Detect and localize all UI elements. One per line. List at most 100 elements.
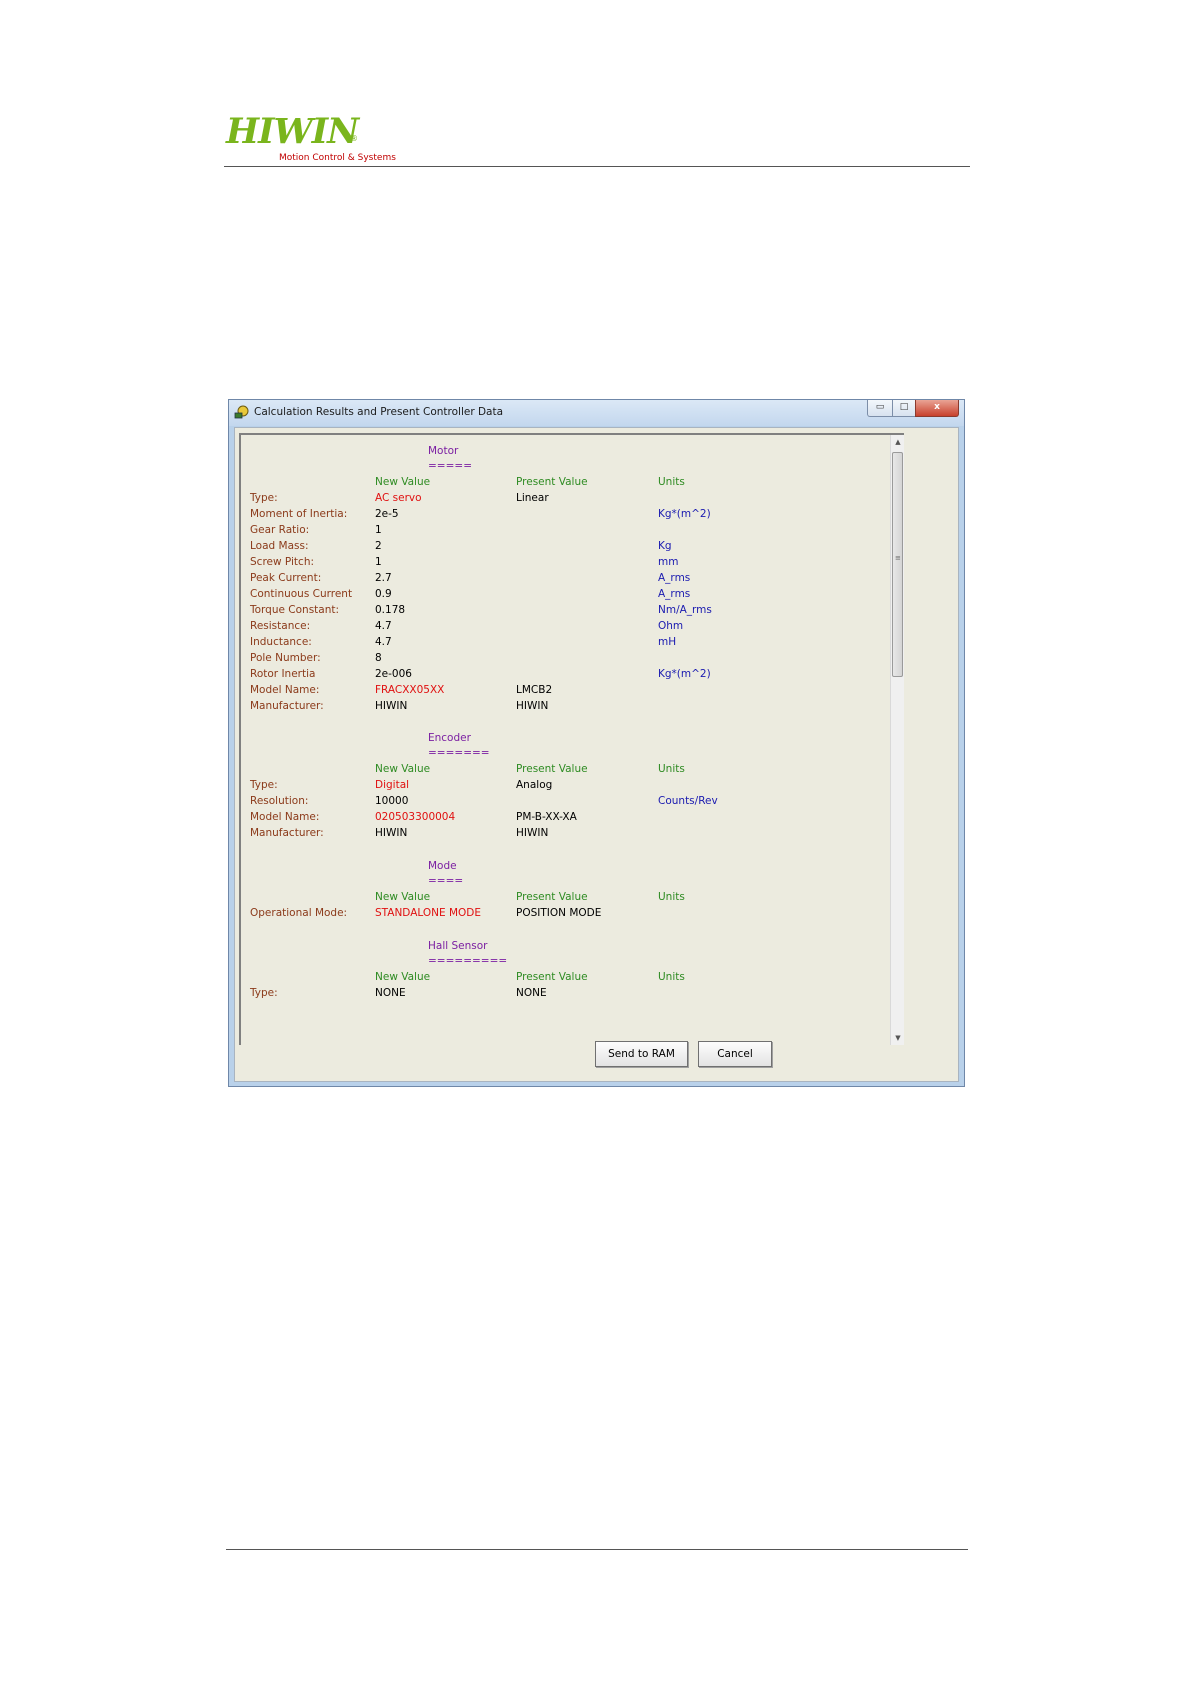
encoder-model-name-label: Model Name: — [250, 811, 320, 823]
motor-torque-constant-new: 0.178 — [375, 604, 406, 616]
motor-col-present-value: Present Value — [516, 476, 588, 488]
dialog-window: Calculation Results and Present Controll… — [228, 399, 965, 1087]
header-divider — [224, 166, 970, 167]
motor-load-mass-label: Load Mass: — [250, 540, 309, 552]
mode-col-present-value: Present Value — [516, 891, 588, 903]
mode-operational-new: STANDALONE MODE — [375, 907, 481, 919]
vertical-scrollbar[interactable]: ▲ ≡ ▼ — [890, 435, 904, 1045]
motor-resistance-new: 4.7 — [375, 620, 392, 632]
motor-inductance-label: Inductance: — [250, 636, 312, 648]
mode-section-underline: ==== — [428, 875, 464, 887]
hall-type-present: NONE — [516, 987, 547, 999]
scroll-up-arrow-icon[interactable]: ▲ — [891, 435, 904, 449]
hall-col-present-value: Present Value — [516, 971, 588, 983]
motor-type-new: AC servo — [375, 492, 422, 504]
hall-col-new-value: New Value — [375, 971, 431, 983]
mode-operational-label: Operational Mode: — [250, 907, 348, 919]
encoder-resolution-new: 10000 — [375, 795, 409, 807]
encoder-manufacturer-new: HIWIN — [375, 827, 408, 839]
motor-model-name-present: LMCB2 — [516, 684, 553, 696]
motor-torque-constant-label: Torque Constant: — [250, 604, 340, 616]
motor-model-name-new: FRACXX05XX — [375, 684, 445, 696]
encoder-col-units: Units — [658, 763, 685, 775]
encoder-resolution-label: Resolution: — [250, 795, 309, 807]
logo-subtitle: Motion Control & Systems — [279, 153, 396, 163]
motor-inertia-new: 2e-5 — [375, 508, 399, 520]
motor-peak-current-label: Peak Current: — [250, 572, 322, 584]
motor-peak-current-new: 2.7 — [375, 572, 392, 584]
hall-section-underline: ========= — [428, 955, 508, 967]
encoder-resolution-unit: Counts/Rev — [658, 795, 718, 807]
title-bar[interactable]: Calculation Results and Present Controll… — [229, 400, 964, 426]
send-to-ram-button[interactable]: Send to RAM — [595, 1041, 688, 1067]
logo-wordmark: HIWIN — [226, 111, 359, 152]
scroll-grip-icon: ≡ — [895, 554, 901, 562]
motor-resistance-label: Resistance: — [250, 620, 311, 632]
dialog-client-area: Motor ===== New Value Present Value Unit… — [234, 427, 959, 1082]
motor-inertia-label: Moment of Inertia: — [250, 508, 348, 520]
encoder-section-title: Encoder — [428, 732, 471, 744]
motor-peak-current-unit: A_rms — [658, 572, 691, 584]
logo-registered-mark: ® — [350, 134, 358, 143]
encoder-model-name-present: PM-B-XX-XA — [516, 811, 577, 823]
motor-gear-ratio-label: Gear Ratio: — [250, 524, 310, 536]
minimize-icon[interactable]: ▭ — [867, 400, 893, 417]
motor-screw-pitch-label: Screw Pitch: — [250, 556, 315, 568]
encoder-section-underline: ======= — [428, 747, 490, 759]
encoder-manufacturer-present: HIWIN — [516, 827, 549, 839]
motor-type-label: Type: — [250, 492, 278, 504]
window-title: Calculation Results and Present Controll… — [254, 406, 504, 418]
hall-type-new: NONE — [375, 987, 406, 999]
cancel-button[interactable]: Cancel — [698, 1041, 772, 1067]
mode-col-units: Units — [658, 891, 685, 903]
maximize-icon[interactable]: □ — [892, 400, 916, 417]
mode-col-new-value: New Value — [375, 891, 431, 903]
motor-continuous-current-new: 0.9 — [375, 588, 392, 600]
motor-load-mass-unit: Kg — [658, 540, 672, 552]
scroll-down-arrow-icon[interactable]: ▼ — [891, 1031, 904, 1045]
motor-rotor-inertia-unit: Kg*(m^2) — [658, 668, 711, 680]
motor-type-present: Linear — [516, 492, 549, 504]
hall-col-units: Units — [658, 971, 685, 983]
motor-inductance-new: 4.7 — [375, 636, 392, 648]
encoder-model-name-new: 020503300004 — [375, 811, 456, 823]
motor-section-underline: ===== — [428, 460, 472, 472]
motor-col-new-value: New Value — [375, 476, 431, 488]
encoder-type-present: Analog — [516, 779, 553, 791]
footer-divider — [226, 1549, 968, 1550]
encoder-col-present-value: Present Value — [516, 763, 588, 775]
motor-inductance-unit: mH — [658, 636, 677, 648]
encoder-type-new: Digital — [375, 779, 410, 791]
motor-col-units: Units — [658, 476, 685, 488]
hall-type-label: Type: — [250, 987, 278, 999]
motor-torque-constant-unit: Nm/A_rms — [658, 604, 712, 616]
results-text-panel[interactable]: Motor ===== New Value Present Value Unit… — [239, 433, 904, 1045]
motor-rotor-inertia-label: Rotor Inertia — [250, 668, 316, 680]
motor-pole-number-label: Pole Number: — [250, 652, 321, 664]
motor-section-title: Motor — [428, 445, 459, 457]
hiwin-logo: HIWIN ® Motion Control & Systems — [226, 112, 396, 166]
motor-screw-pitch-new: 1 — [375, 556, 382, 568]
encoder-manufacturer-label: Manufacturer: — [250, 827, 324, 839]
motor-manufacturer-label: Manufacturer: — [250, 700, 324, 712]
hall-section-title: Hall Sensor — [428, 940, 488, 952]
motor-inertia-unit: Kg*(m^2) — [658, 508, 711, 520]
mode-section-title: Mode — [428, 860, 457, 872]
motor-manufacturer-new: HIWIN — [375, 700, 408, 712]
motor-pole-number-new: 8 — [375, 652, 382, 664]
motor-continuous-current-unit: A_rms — [658, 588, 691, 600]
motor-model-name-label: Model Name: — [250, 684, 320, 696]
encoder-type-label: Type: — [250, 779, 278, 791]
motor-continuous-current-label: Continuous Current — [250, 588, 353, 600]
mode-operational-present: POSITION MODE — [516, 907, 602, 919]
motor-manufacturer-present: HIWIN — [516, 700, 549, 712]
motor-rotor-inertia-new: 2e-006 — [375, 668, 412, 680]
motor-gear-ratio-new: 1 — [375, 524, 382, 536]
app-icon — [234, 405, 249, 419]
encoder-col-new-value: New Value — [375, 763, 431, 775]
motor-resistance-unit: Ohm — [658, 620, 684, 632]
close-icon[interactable]: x — [915, 400, 959, 417]
motor-load-mass-new: 2 — [375, 540, 382, 552]
scroll-thumb[interactable]: ≡ — [892, 452, 903, 677]
motor-screw-pitch-unit: mm — [658, 556, 679, 568]
